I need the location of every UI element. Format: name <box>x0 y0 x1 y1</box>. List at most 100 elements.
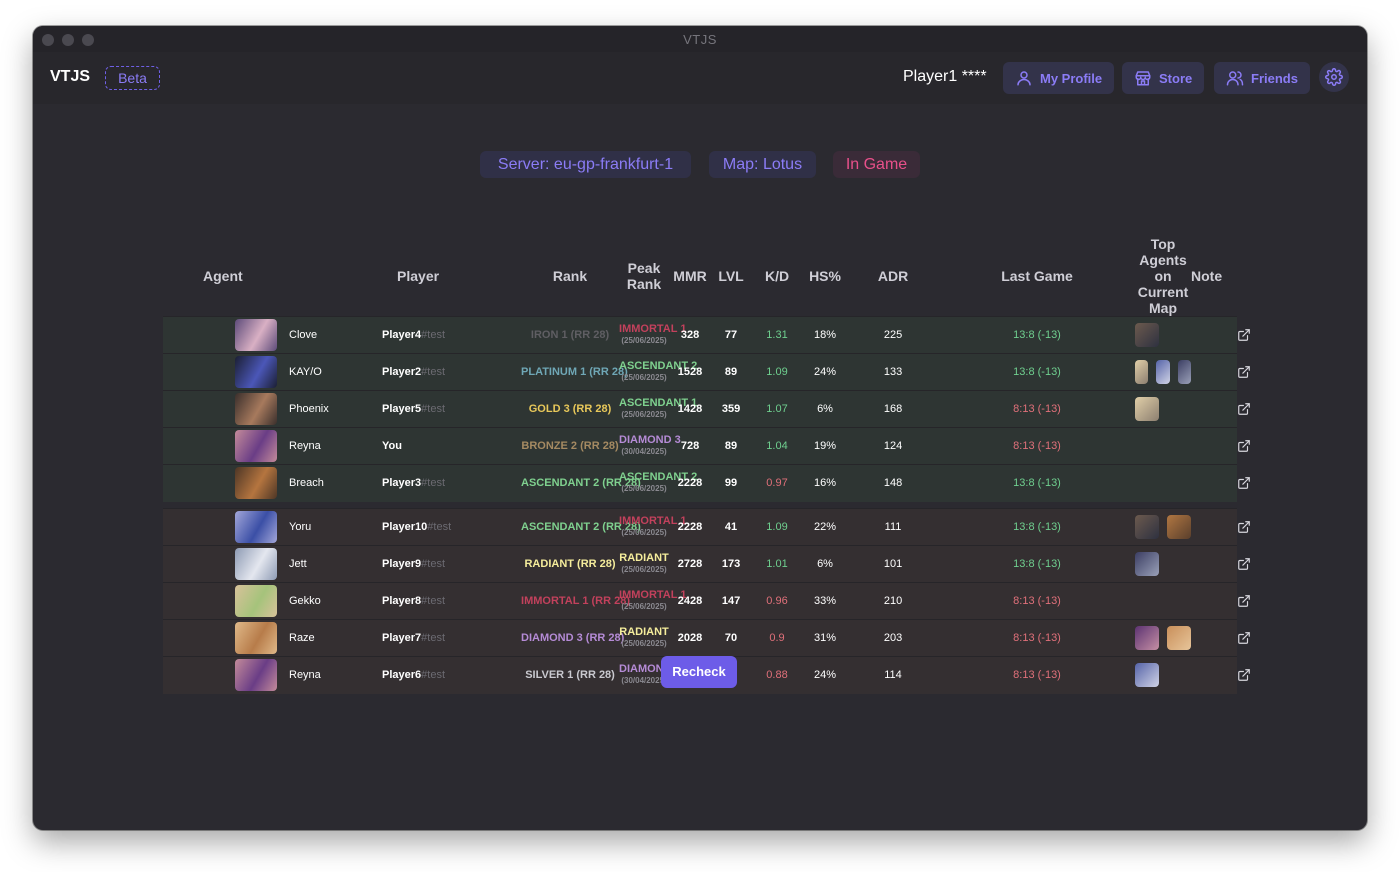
friends-icon <box>1226 71 1244 86</box>
agent-portrait-icon <box>235 467 277 500</box>
agent-cell <box>163 316 283 354</box>
player-name-cell[interactable]: Player7#test <box>379 619 522 657</box>
level-value: 147 <box>711 582 752 620</box>
top-agents-cell <box>1135 316 1192 354</box>
external-link-icon[interactable] <box>1237 476 1251 490</box>
external-link-icon[interactable] <box>1237 557 1251 571</box>
player-name: Player8 <box>382 595 422 607</box>
agent-cell <box>163 619 283 657</box>
player-tag: #test <box>421 558 446 570</box>
player-name: Player3 <box>382 477 422 490</box>
top-agents-list <box>1135 360 1191 384</box>
table-row: Reyna You BRONZE 2 (RR 28) DIAMOND 3 (30/… <box>163 427 1250 465</box>
external-link-icon[interactable] <box>1237 402 1251 416</box>
column-header: MMR <box>673 268 707 284</box>
peak-rank-cell: RADIANT (25/06/2025) <box>619 619 670 657</box>
kd-value: 1.09 <box>751 353 804 391</box>
my-profile-button[interactable]: My Profile <box>1003 62 1115 94</box>
player-name: Player5 <box>382 403 422 415</box>
peak-rank-date: (25/06/2025) <box>621 639 667 648</box>
store-label: Store <box>1159 70 1193 86</box>
sova-icon <box>1135 360 1149 384</box>
kd-value: 0.97 <box>751 464 804 502</box>
player-name-cell[interactable]: Player5#test <box>379 390 522 428</box>
player-name-cell[interactable]: Player2#test <box>379 353 522 391</box>
players-table: Agent Player Rank Peak Rank MMR LVL K/D … <box>163 236 1250 694</box>
external-link-icon[interactable] <box>1237 365 1251 379</box>
note-cell <box>1191 582 1238 620</box>
agent-cell <box>163 390 283 428</box>
player-tag: #test <box>421 366 446 378</box>
player-name-cell[interactable]: You <box>379 427 522 465</box>
kayo-icon <box>1156 360 1170 384</box>
omen-icon <box>1177 360 1191 384</box>
player-tag: #test <box>421 403 446 415</box>
team-separator <box>163 502 1237 509</box>
top-agents-list <box>1135 663 1191 688</box>
phoenix-icon <box>1135 323 1160 347</box>
store-button[interactable]: Store <box>1122 62 1205 94</box>
recheck-button[interactable]: Recheck <box>661 656 737 688</box>
kd-value: 1.09 <box>751 508 804 546</box>
kd-value: 1.01 <box>751 545 804 583</box>
peak-rank-cell: ASCENDANT 2 (25/06/2025) <box>619 353 697 391</box>
hs-value: 22% <box>803 508 848 546</box>
note-cell <box>1191 656 1238 694</box>
player-name-cell[interactable]: Player6#test <box>379 656 522 694</box>
note-cell <box>1191 353 1238 391</box>
external-link-icon[interactable] <box>1237 328 1251 342</box>
hs-value: 24% <box>803 353 848 391</box>
game-state-pill: In Game <box>833 151 920 178</box>
peak-rank-date: (25/06/2025) <box>621 528 667 537</box>
note-cell <box>1191 427 1238 465</box>
player-name-cell[interactable]: Player9#test <box>379 545 522 583</box>
top-agents-cell <box>1135 427 1192 465</box>
player-tag: #test <box>421 669 446 682</box>
player-name-cell[interactable]: Player4#test <box>379 316 522 354</box>
level-value: 70 <box>711 619 752 657</box>
current-rank: PLATINUM 1 (RR 28) <box>521 353 628 391</box>
column-header: ADR <box>877 268 909 284</box>
settings-button[interactable] <box>1319 62 1349 92</box>
agent-portrait-icon <box>235 393 277 425</box>
window-title: VTJS <box>683 32 717 47</box>
player-name-cell[interactable]: Player3#test <box>379 464 522 502</box>
external-link-icon[interactable] <box>1237 520 1251 534</box>
player-name: Player2 <box>382 366 422 378</box>
level-value: 89 <box>711 427 752 465</box>
external-link-icon[interactable] <box>1237 631 1251 645</box>
table-row: Phoenix Player5#test GOLD 3 (RR 28) ASCE… <box>163 390 1250 428</box>
top-agents-cell <box>1135 353 1192 391</box>
player-name: You <box>382 440 402 452</box>
phoenix-icon <box>1135 515 1160 539</box>
top-agents-cell <box>1135 656 1192 694</box>
adr-value: 168 <box>847 390 940 428</box>
level-value: 77 <box>711 316 752 354</box>
column-header: Last Game <box>1001 268 1073 284</box>
table-row: KAY/O Player2#test PLATINUM 1 (RR 28) AS… <box>163 353 1250 391</box>
peak-rank-date: (25/06/2025) <box>621 484 667 494</box>
adr-value: 225 <box>847 316 940 354</box>
current-rank: IRON 1 (RR 28) <box>521 316 620 354</box>
table-row: Clove Player4#test IRON 1 (RR 28) IMMORT… <box>163 316 1250 354</box>
player-name-cell[interactable]: Player10#test <box>379 508 522 546</box>
agent-name: Breach <box>283 464 380 502</box>
agent-name: Gekko <box>283 582 380 620</box>
external-link-icon[interactable] <box>1237 439 1251 453</box>
hs-value: 18% <box>803 316 848 354</box>
note-cell <box>1191 316 1238 354</box>
user-name: Player1 **** <box>903 68 987 85</box>
external-link-icon[interactable] <box>1237 668 1251 682</box>
my-profile-label: My Profile <box>1040 70 1103 86</box>
hs-value: 33% <box>803 582 848 620</box>
player-tag: #test <box>421 329 446 341</box>
column-header: HS% <box>809 268 841 284</box>
player-tag: #test <box>421 477 446 490</box>
player-name-cell[interactable]: Player8#test <box>379 582 522 620</box>
external-link-icon[interactable] <box>1237 594 1251 608</box>
last-game-value: 13:8 (-13) <box>939 508 1136 546</box>
friends-button[interactable]: Friends <box>1214 62 1310 94</box>
agent-name: Reyna <box>283 656 380 694</box>
app-logo: VTJS <box>50 68 91 85</box>
current-rank: BRONZE 2 (RR 28) <box>521 427 620 465</box>
